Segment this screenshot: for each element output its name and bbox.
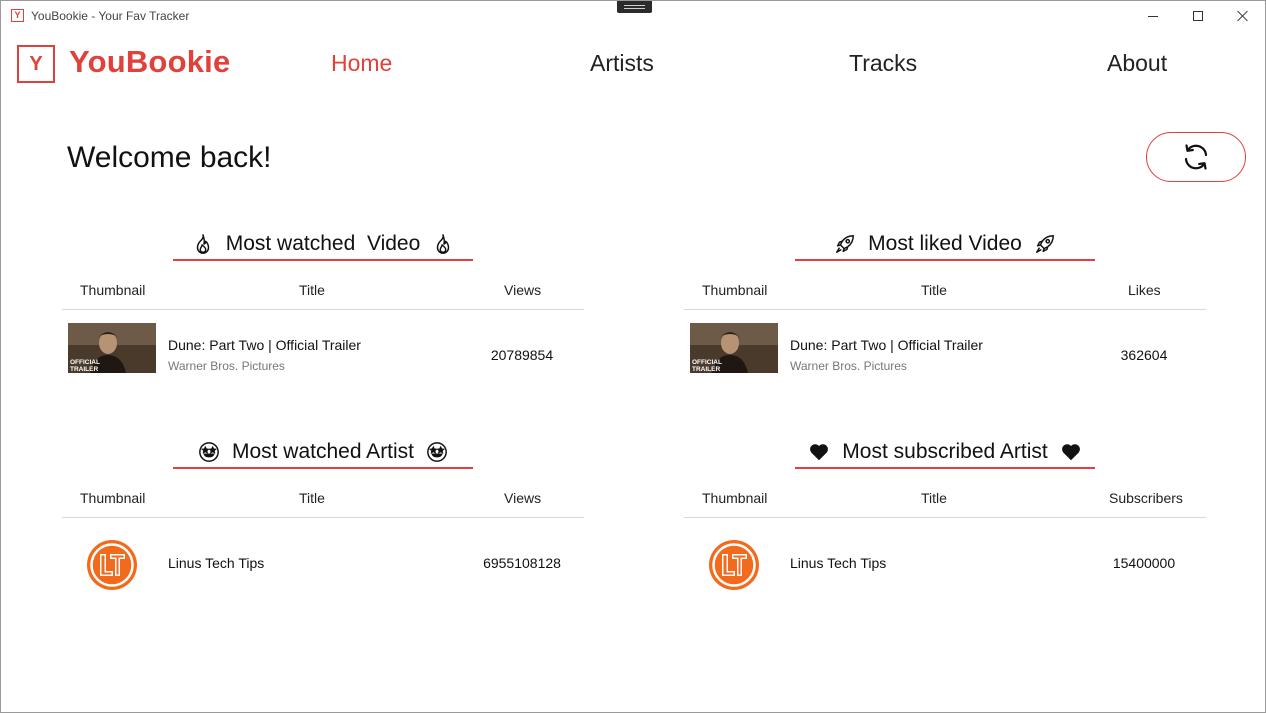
title-bar[interactable]: Y YouBookie - Your Fav Tracker xyxy=(1,1,1265,31)
most-watched-video-panel: Most watched Video Thumbnail Title Views… xyxy=(62,229,584,389)
panel-header: Most liked Video xyxy=(795,229,1095,261)
subscribers-value: 15400000 xyxy=(1112,555,1176,571)
fire-icon xyxy=(437,234,450,254)
channel-title[interactable]: Linus Tech Tips xyxy=(168,555,264,571)
divider xyxy=(684,517,1206,518)
nav-home[interactable]: Home xyxy=(331,50,392,77)
nav-tracks[interactable]: Tracks xyxy=(849,50,917,77)
svg-text:TRAILER: TRAILER xyxy=(70,366,98,373)
most-watched-artist-panel: Most watched Artist Thumbnail Title View… xyxy=(62,437,584,597)
app-window: Y YouBookie - Your Fav Tracker Y YouBook… xyxy=(0,0,1266,713)
refresh-icon xyxy=(1184,144,1208,170)
refresh-button[interactable] xyxy=(1146,132,1246,182)
logo: Y xyxy=(17,45,55,83)
most-subscribed-artist-panel: Most subscribed Artist Thumbnail Title S… xyxy=(684,437,1206,597)
channel-title[interactable]: Linus Tech Tips xyxy=(790,555,886,571)
rocket-icon xyxy=(1035,235,1054,253)
heart-icon xyxy=(1061,444,1080,461)
panel-title: Most liked Video xyxy=(868,232,1022,255)
panel-header: Most subscribed Artist xyxy=(795,437,1095,469)
welcome-heading: Welcome back! xyxy=(67,141,272,174)
star-struck-face-icon xyxy=(199,442,219,462)
channel-avatar[interactable] xyxy=(86,539,138,591)
column-header-title[interactable]: Title xyxy=(921,282,947,298)
drag-handle[interactable] xyxy=(617,1,652,13)
panel-title: Most subscribed Artist xyxy=(842,440,1048,463)
column-header-likes[interactable]: Likes xyxy=(1128,282,1161,298)
brand-name: YouBookie xyxy=(69,44,231,79)
close-button[interactable] xyxy=(1220,1,1266,31)
divider xyxy=(62,309,584,310)
close-icon xyxy=(1237,10,1249,22)
channel-name: Warner Bros. Pictures xyxy=(168,359,285,373)
channel-avatar[interactable] xyxy=(708,539,760,591)
column-header-thumbnail[interactable]: Thumbnail xyxy=(80,490,145,506)
column-header-title[interactable]: Title xyxy=(299,490,325,506)
video-title[interactable]: Dune: Part Two | Official Trailer xyxy=(168,337,361,353)
star-struck-face-icon xyxy=(427,442,447,462)
column-header-thumbnail[interactable]: Thumbnail xyxy=(702,490,767,506)
svg-text:OFFICIAL: OFFICIAL xyxy=(692,359,722,366)
panel-header: Most watched Artist xyxy=(173,437,473,469)
column-header-title[interactable]: Title xyxy=(299,282,325,298)
app-icon: Y xyxy=(11,9,24,22)
video-thumbnail[interactable]: OFFICIAL TRAILER xyxy=(690,323,778,373)
views-value: 20789854 xyxy=(490,347,554,363)
likes-value: 362604 xyxy=(1120,347,1168,363)
nav-about[interactable]: About xyxy=(1107,50,1167,77)
column-header-thumbnail[interactable]: Thumbnail xyxy=(702,282,767,298)
most-liked-video-panel: Most liked Video Thumbnail Title Likes O… xyxy=(684,229,1206,389)
panel-title: Most watched Video xyxy=(225,232,421,255)
column-header-subscribers[interactable]: Subscribers xyxy=(1109,490,1183,506)
column-header-views[interactable]: Views xyxy=(504,282,541,298)
svg-text:TRAILER: TRAILER xyxy=(692,366,720,373)
video-thumbnail[interactable]: OFFICIAL TRAILER xyxy=(68,323,156,373)
nav-artists[interactable]: Artists xyxy=(590,50,654,77)
channel-name: Warner Bros. Pictures xyxy=(790,359,907,373)
minimize-icon xyxy=(1148,15,1158,17)
fire-icon xyxy=(196,234,209,254)
minimize-button[interactable] xyxy=(1130,1,1176,31)
divider xyxy=(62,517,584,518)
panel-title: Most watched Artist xyxy=(231,440,415,463)
column-header-title[interactable]: Title xyxy=(921,490,947,506)
divider xyxy=(684,309,1206,310)
column-header-views[interactable]: Views xyxy=(504,490,541,506)
rocket-icon xyxy=(836,235,855,253)
video-title[interactable]: Dune: Part Two | Official Trailer xyxy=(790,337,983,353)
panel-header: Most watched Video xyxy=(173,229,473,261)
views-value: 6955108128 xyxy=(483,555,561,571)
column-header-thumbnail[interactable]: Thumbnail xyxy=(80,282,145,298)
window-title: YouBookie - Your Fav Tracker xyxy=(31,9,190,23)
maximize-button[interactable] xyxy=(1175,1,1221,31)
heart-icon xyxy=(810,444,829,461)
maximize-icon xyxy=(1193,11,1203,21)
svg-text:OFFICIAL: OFFICIAL xyxy=(70,359,100,366)
